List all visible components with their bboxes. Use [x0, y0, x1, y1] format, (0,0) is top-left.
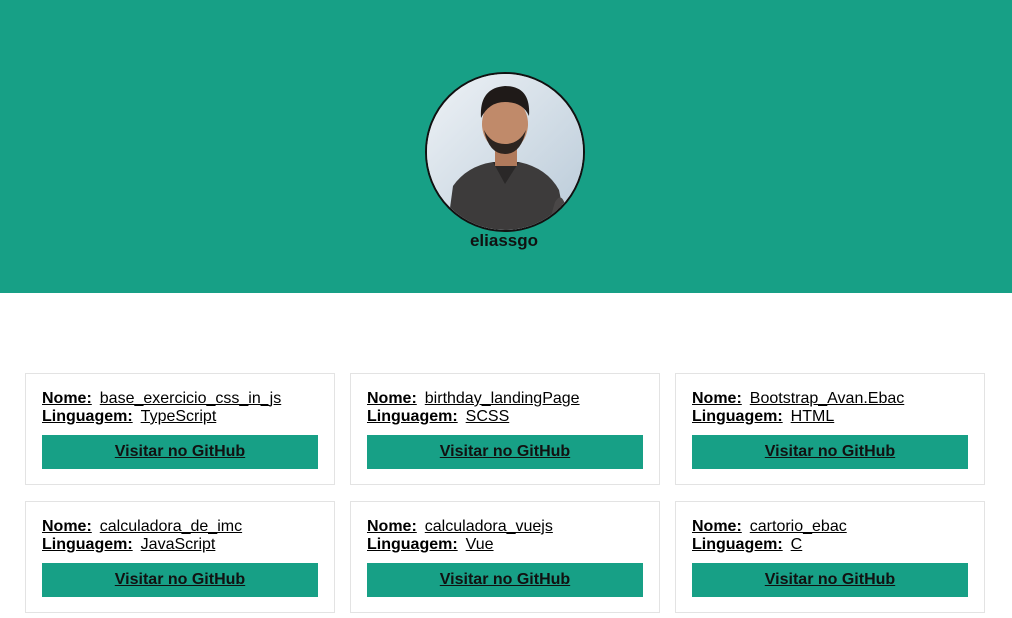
repo-language: Vue — [465, 536, 494, 553]
name-label: Nome: — [692, 390, 742, 407]
name-label: Nome: — [367, 390, 417, 407]
repo-card: Nome: Bootstrap_Avan.Ebac Linguagem: HTML … — [675, 373, 985, 485]
language-label: Linguagem: — [367, 408, 458, 425]
repo-language: JavaScript — [140, 536, 216, 553]
visit-github-button[interactable]: Visitar no GitHub — [42, 563, 318, 597]
repo-name-row: Nome: calculadora_vuejs — [367, 518, 643, 536]
language-label: Linguagem: — [692, 536, 783, 553]
repo-name-row: Nome: calculadora_de_imc — [42, 518, 318, 536]
repo-name: birthday_landingPage — [424, 390, 580, 407]
repo-card: Nome: birthday_landingPage Linguagem: SCSS… — [350, 373, 660, 485]
repo-language-row: Linguagem: Vue — [367, 536, 643, 554]
visit-github-button[interactable]: Visitar no GitHub — [42, 435, 318, 469]
repo-language: HTML — [790, 408, 835, 425]
repo-name-row: Nome: base_exercicio_css_in_js — [42, 390, 318, 408]
name-label: Nome: — [42, 518, 92, 535]
repo-language-row: Linguagem: HTML — [692, 408, 968, 426]
language-label: Linguagem: — [692, 408, 783, 425]
language-label: Linguagem: — [42, 536, 133, 553]
language-label: Linguagem: — [367, 536, 458, 553]
username: eliassgo — [469, 231, 539, 250]
repo-name-row: Nome: Bootstrap_Avan.Ebac — [692, 390, 968, 408]
name-label: Nome: — [367, 518, 417, 535]
visit-github-button[interactable]: Visitar no GitHub — [367, 563, 643, 597]
repo-card: Nome: base_exercicio_css_in_js Linguagem:… — [25, 373, 335, 485]
repo-language-row: Linguagem: SCSS — [367, 408, 643, 426]
repo-name: Bootstrap_Avan.Ebac — [749, 390, 905, 407]
profile-header: eliassgo — [0, 0, 1012, 293]
name-label: Nome: — [692, 518, 742, 535]
repo-language-row: Linguagem: JavaScript — [42, 536, 318, 554]
repo-card: Nome: calculadora_de_imc Linguagem: JavaSc… — [25, 501, 335, 613]
repo-language: TypeScript — [140, 408, 217, 425]
repo-name-row: Nome: cartorio_ebac — [692, 518, 968, 536]
language-label: Linguagem: — [42, 408, 133, 425]
avatar — [425, 72, 585, 232]
repo-card: Nome: cartorio_ebac Linguagem: C Visitar n… — [675, 501, 985, 613]
repo-language: C — [790, 536, 803, 553]
repo-language-row: Linguagem: TypeScript — [42, 408, 318, 426]
repo-name: base_exercicio_css_in_js — [99, 390, 282, 407]
repo-name: calculadora_vuejs — [424, 518, 553, 535]
repo-list: Nome: base_exercicio_css_in_js Linguagem:… — [25, 373, 985, 613]
profile-photo-icon — [427, 74, 583, 230]
repo-name: cartorio_ebac — [749, 518, 847, 535]
repo-language: SCSS — [465, 408, 510, 425]
repo-name: calculadora_de_imc — [99, 518, 243, 535]
visit-github-button[interactable]: Visitar no GitHub — [367, 435, 643, 469]
repo-card: Nome: calculadora_vuejs Linguagem: Vue Vis… — [350, 501, 660, 613]
visit-github-button[interactable]: Visitar no GitHub — [692, 563, 968, 597]
repo-language-row: Linguagem: C — [692, 536, 968, 554]
name-label: Nome: — [42, 390, 92, 407]
repo-name-row: Nome: birthday_landingPage — [367, 390, 643, 408]
visit-github-button[interactable]: Visitar no GitHub — [692, 435, 968, 469]
